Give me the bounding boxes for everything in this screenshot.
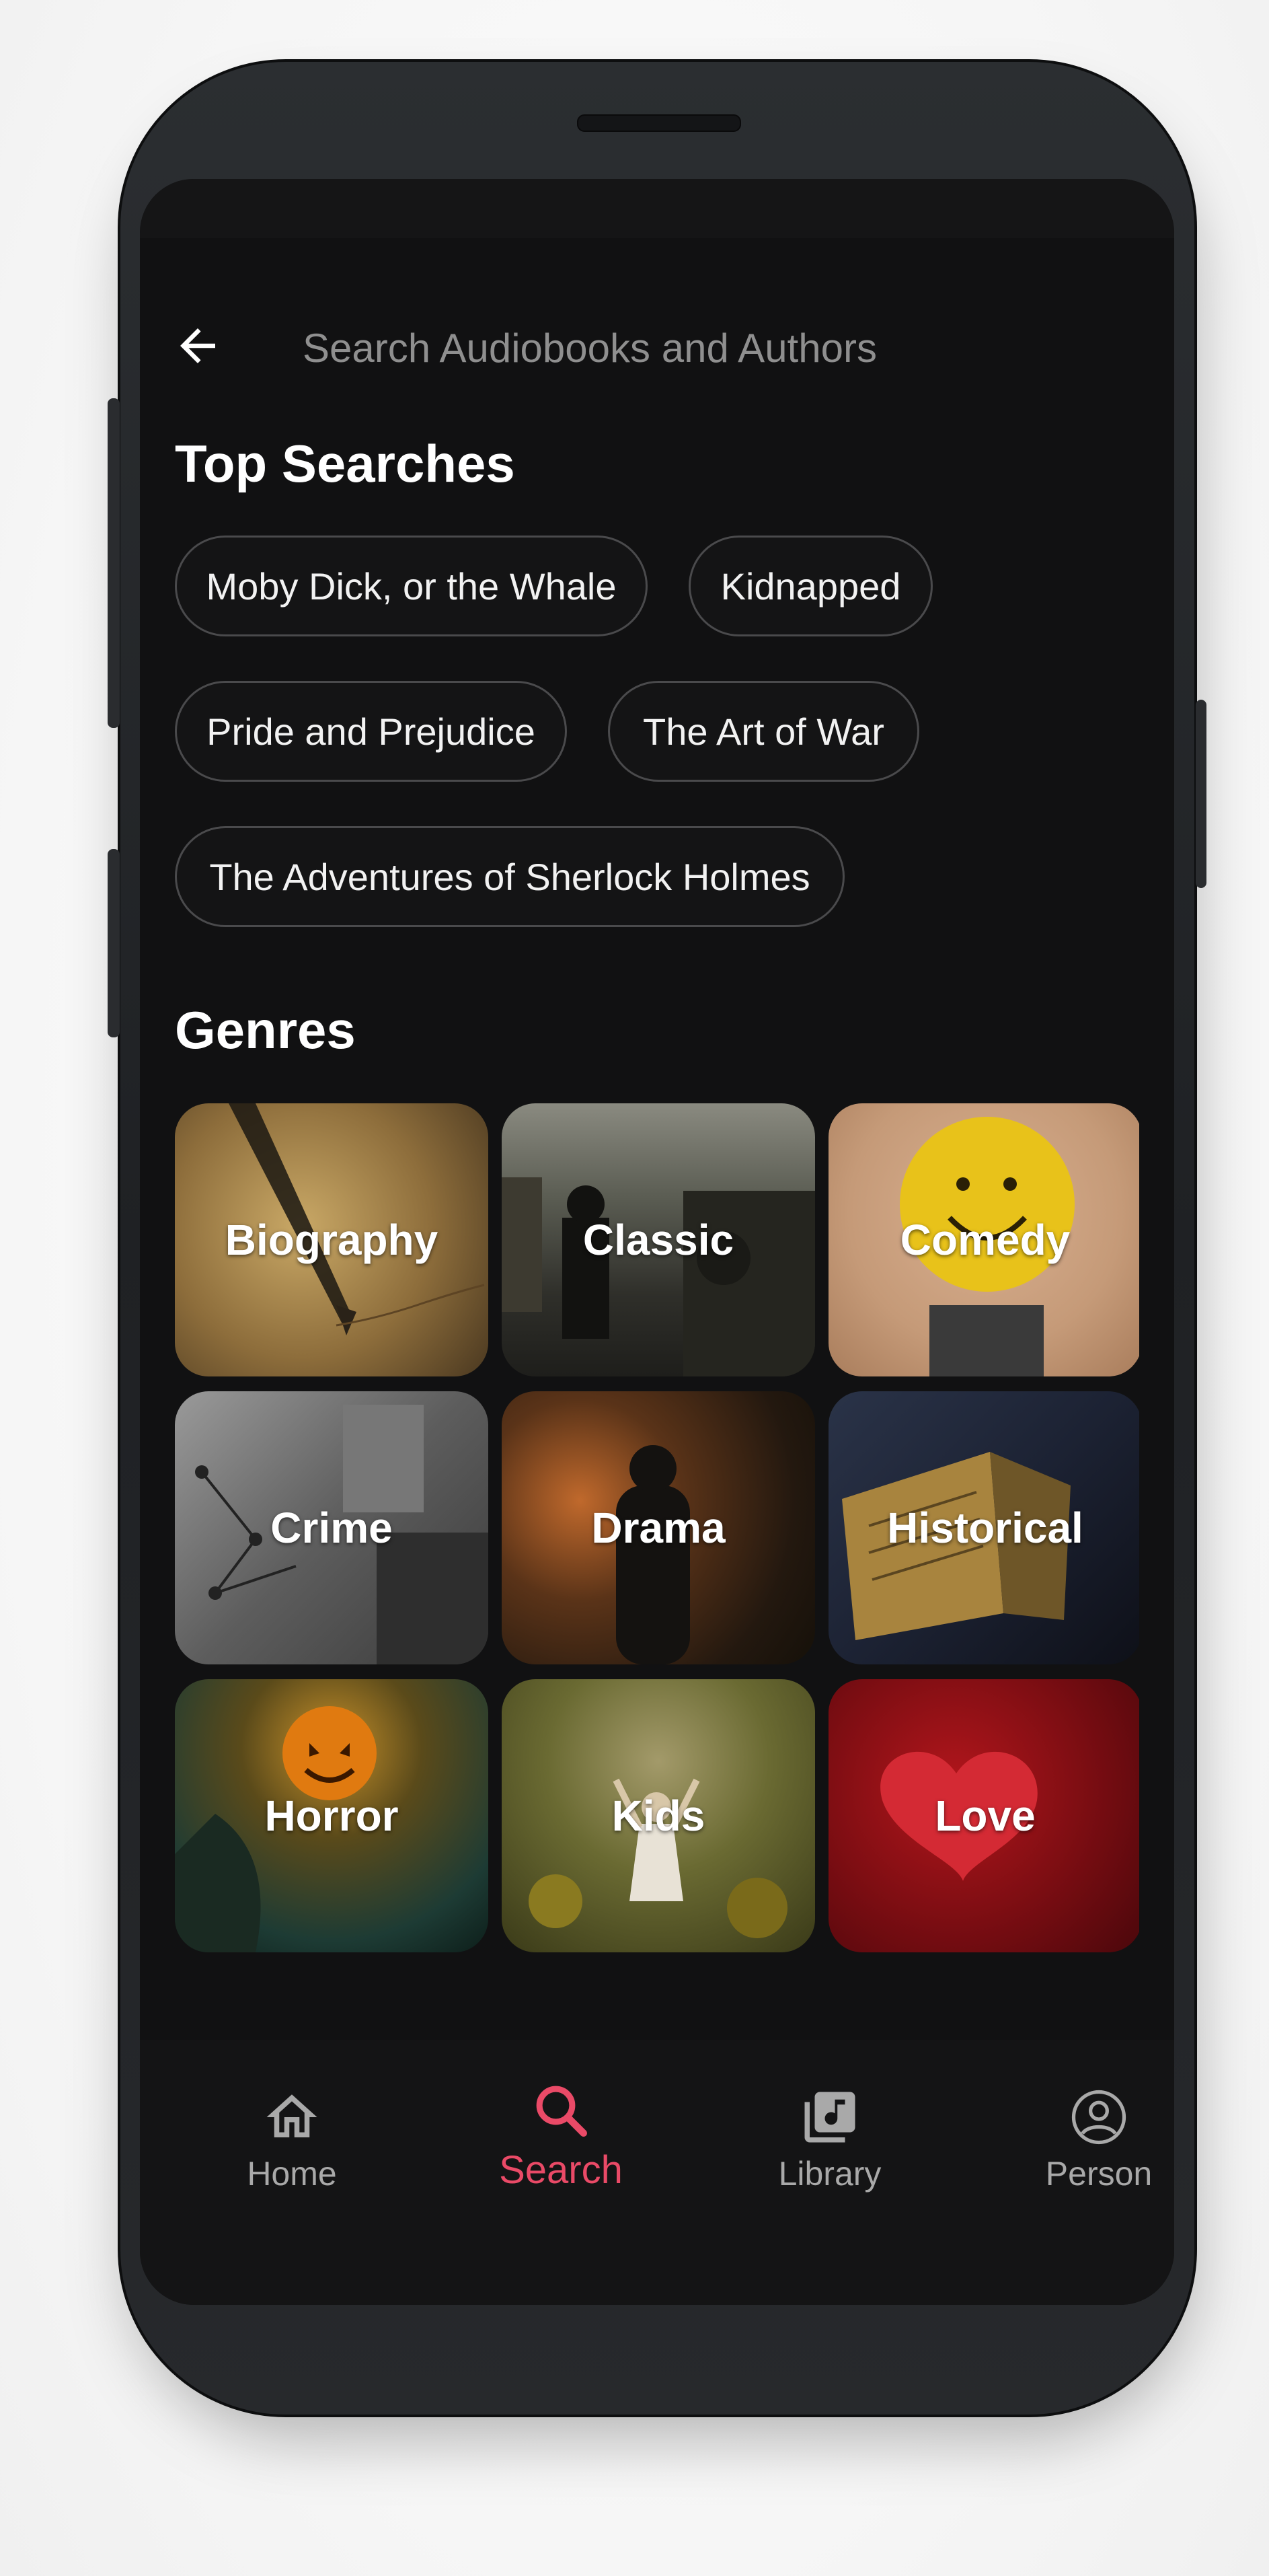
nav-home[interactable]: Home — [191, 2087, 393, 2193]
search-header — [140, 280, 1174, 414]
chip-sherlock-holmes[interactable]: The Adventures of Sherlock Holmes — [175, 826, 845, 927]
nav-home-label: Home — [247, 2155, 337, 2193]
nav-person-label: Person — [1045, 2155, 1153, 2193]
genre-card-classic[interactable]: Classic — [502, 1103, 815, 1376]
page-background: Top Searches Moby Dick, or the Whale Kid… — [0, 0, 1269, 2576]
genre-label-crime: Crime — [270, 1504, 393, 1552]
chip-pride-and-prejudice[interactable]: Pride and Prejudice — [175, 681, 567, 782]
search-input[interactable] — [301, 320, 1111, 375]
genre-label-biography: Biography — [225, 1216, 438, 1264]
nav-library[interactable]: Library — [729, 2087, 931, 2193]
genre-card-horror[interactable]: Horror — [175, 1679, 488, 1952]
genre-grid: Biography Classic Comedy Crime Drama His… — [175, 1103, 1139, 1964]
genre-card-drama[interactable]: Drama — [502, 1391, 815, 1664]
genre-label-comedy: Comedy — [900, 1216, 1071, 1264]
bottom-nav: Home Search Library Person — [140, 2040, 1174, 2305]
back-button[interactable] — [165, 314, 230, 378]
genre-card-historical[interactable]: Historical — [829, 1391, 1139, 1664]
nav-search-label: Search — [499, 2148, 623, 2192]
volume-down-button — [108, 849, 120, 1037]
phone-speaker — [577, 114, 741, 132]
nav-person[interactable]: Person — [998, 2087, 1174, 2193]
volume-up-button — [108, 398, 120, 728]
chip-kidnapped[interactable]: Kidnapped — [689, 536, 933, 636]
genre-label-historical: Historical — [887, 1504, 1083, 1552]
genre-card-love[interactable]: Love — [829, 1679, 1139, 1952]
top-searches-title: Top Searches — [175, 434, 515, 493]
chip-art-of-war[interactable]: The Art of War — [608, 681, 919, 782]
genres-title: Genres — [175, 1000, 356, 1060]
library-icon — [804, 2092, 855, 2143]
nav-library-label: Library — [778, 2155, 882, 2193]
genre-label-drama: Drama — [591, 1504, 726, 1552]
genre-label-kids: Kids — [611, 1792, 705, 1840]
genre-label-horror: Horror — [264, 1792, 399, 1840]
power-button — [1196, 700, 1206, 888]
search-icon — [536, 2086, 587, 2137]
app-screen: Top Searches Moby Dick, or the Whale Kid… — [140, 179, 1174, 2305]
genre-card-comedy[interactable]: Comedy — [829, 1103, 1139, 1376]
chip-moby-dick[interactable]: Moby Dick, or the Whale — [175, 536, 648, 636]
genre-label-classic: Classic — [582, 1216, 734, 1264]
status-bar — [140, 179, 1174, 238]
home-icon — [266, 2094, 317, 2137]
person-icon — [1071, 2090, 1126, 2145]
genre-card-kids[interactable]: Kids — [502, 1679, 815, 1952]
genre-card-crime[interactable]: Crime — [175, 1391, 488, 1664]
arrow-left-icon — [180, 328, 215, 363]
genre-label-love: Love — [935, 1792, 1036, 1840]
nav-search[interactable]: Search — [460, 2080, 662, 2193]
genre-card-biography[interactable]: Biography — [175, 1103, 488, 1376]
